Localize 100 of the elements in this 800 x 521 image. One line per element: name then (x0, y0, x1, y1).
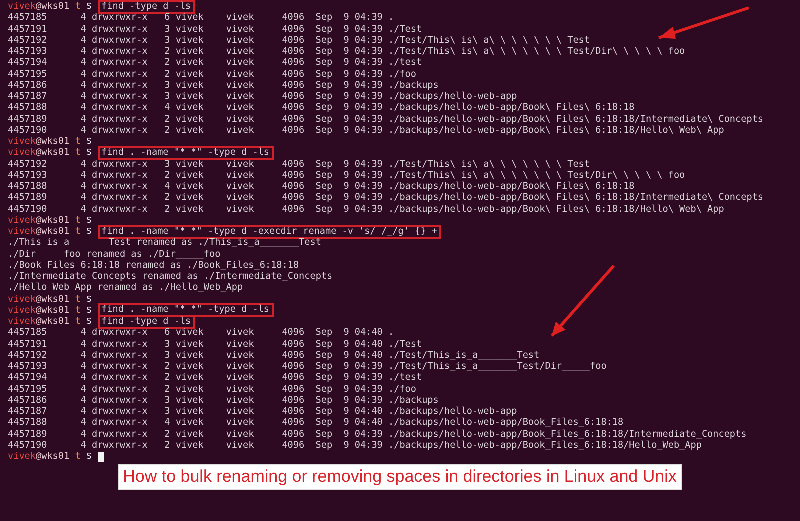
directory-path: ./backups/hello-web-app/Book_Files_6:18:18 (388, 417, 624, 428)
directory-path: ./Test/This_is_a_______Test (388, 350, 540, 361)
owner-name: vivek (176, 327, 205, 338)
time: 04:39 (354, 394, 383, 406)
month: Sep (316, 57, 333, 68)
permissions: drwxrwxr-x (92, 12, 148, 24)
prompt-host: @wks01 (36, 316, 70, 328)
directory-path: ./Test/This\ is\ a\ \ \ \ \ \ \ Test/Dir\ \ \ \ \ foo (388, 170, 686, 181)
permissions: drwxrwxr-x (92, 181, 148, 192)
month: Sep (316, 68, 333, 80)
time: 04:39 (354, 158, 383, 170)
day: 9 (332, 158, 350, 170)
owner-name: vivek (176, 361, 205, 372)
inode-number: 4457190 (8, 124, 48, 136)
prompt-directory: t (75, 304, 81, 316)
time: 04:39 (354, 361, 383, 372)
time: 04:39 (354, 170, 383, 181)
link-count: 2 (164, 372, 170, 384)
file-size: 4096 (281, 327, 305, 338)
file-size: 4096 (281, 46, 305, 58)
month: Sep (316, 204, 333, 215)
directory-path: ./Test (388, 24, 422, 35)
month: Sep (316, 394, 333, 406)
group-name: vivek (226, 372, 256, 384)
day: 9 (332, 440, 350, 451)
link-count: 2 (164, 204, 170, 215)
day: 9 (332, 384, 350, 395)
permissions: drwxrwxr-x (92, 372, 148, 384)
file-size: 4096 (281, 372, 305, 384)
time: 04:39 (354, 204, 383, 215)
prompt-symbol: $ (86, 451, 92, 462)
inode-number: 4457192 (8, 158, 48, 170)
file-size: 4096 (281, 204, 305, 215)
group-name: vivek (226, 406, 256, 418)
owner-name: vivek (176, 68, 205, 80)
prompt-symbol: $ (86, 294, 92, 305)
permissions: drwxrwxr-x (92, 204, 148, 215)
file-size: 4096 (281, 350, 305, 361)
month: Sep (316, 384, 333, 395)
permissions: drwxrwxr-x (92, 46, 148, 58)
block-count: 4 (80, 428, 86, 440)
block-count: 4 (80, 34, 86, 46)
day: 9 (332, 372, 350, 384)
time: 04:39 (354, 102, 383, 114)
group-name: vivek (226, 46, 256, 58)
directory-path: ./Test/This_is_a_______Test/Dir_____foo (388, 361, 607, 372)
prompt-directory: t (75, 136, 81, 148)
group-name: vivek (226, 350, 256, 361)
day: 9 (332, 417, 350, 428)
file-size: 4096 (281, 170, 305, 181)
day: 9 (332, 204, 350, 215)
inode-number: 4457189 (8, 428, 48, 440)
link-count: 2 (164, 384, 170, 395)
directory-path: ./backups/hello-web-app/Book_Files_6:18:18/Hello_Web_App (388, 440, 702, 451)
prompt-host: @wks01 (36, 147, 70, 158)
prompt-user: vivek (8, 147, 36, 158)
owner-name: vivek (176, 114, 205, 125)
permissions: drwxrwxr-x (92, 158, 148, 170)
prompt-host: @wks01 (36, 294, 70, 305)
link-count: 2 (164, 46, 170, 58)
inode-number: 4457195 (8, 384, 48, 395)
file-size: 4096 (281, 102, 305, 114)
group-name: vivek (226, 338, 256, 350)
permissions: drwxrwxr-x (92, 170, 148, 181)
month: Sep (316, 91, 333, 102)
month: Sep (316, 158, 333, 170)
link-count: 3 (164, 350, 170, 361)
month: Sep (316, 80, 333, 91)
owner-name: vivek (176, 158, 205, 170)
group-name: vivek (226, 158, 256, 170)
day: 9 (332, 114, 350, 125)
directory-path: . (388, 12, 394, 24)
prompt-symbol: $ (86, 226, 92, 238)
inode-number: 4457194 (8, 372, 48, 384)
block-count: 4 (80, 102, 86, 114)
directory-path: ./foo (388, 68, 416, 80)
permissions: drwxrwxr-x (92, 350, 148, 361)
month: Sep (316, 24, 333, 35)
day: 9 (332, 181, 350, 192)
time: 04:39 (354, 181, 383, 192)
command-text: find . -name "* *" -type d -ls (98, 146, 274, 160)
directory-path: ./backups/hello-web-app/Book_Files_6:18:18/Intermediate_Concepts (388, 428, 747, 440)
inode-number: 4457193 (8, 46, 48, 58)
file-size: 4096 (281, 181, 305, 192)
link-count: 2 (164, 170, 170, 181)
month: Sep (316, 428, 333, 440)
block-count: 4 (80, 394, 86, 406)
link-count: 2 (164, 57, 170, 68)
prompt-directory: t (75, 316, 81, 328)
day: 9 (332, 361, 350, 372)
prompt-symbol: $ (86, 316, 92, 328)
block-count: 4 (80, 361, 86, 372)
link-count: 3 (164, 80, 170, 91)
inode-number: 4457189 (8, 192, 48, 204)
month: Sep (316, 192, 333, 204)
month: Sep (316, 327, 333, 338)
command-text: find -type d -ls (98, 314, 196, 329)
day: 9 (332, 327, 350, 338)
permissions: drwxrwxr-x (92, 406, 148, 418)
prompt-directory: t (75, 147, 81, 158)
